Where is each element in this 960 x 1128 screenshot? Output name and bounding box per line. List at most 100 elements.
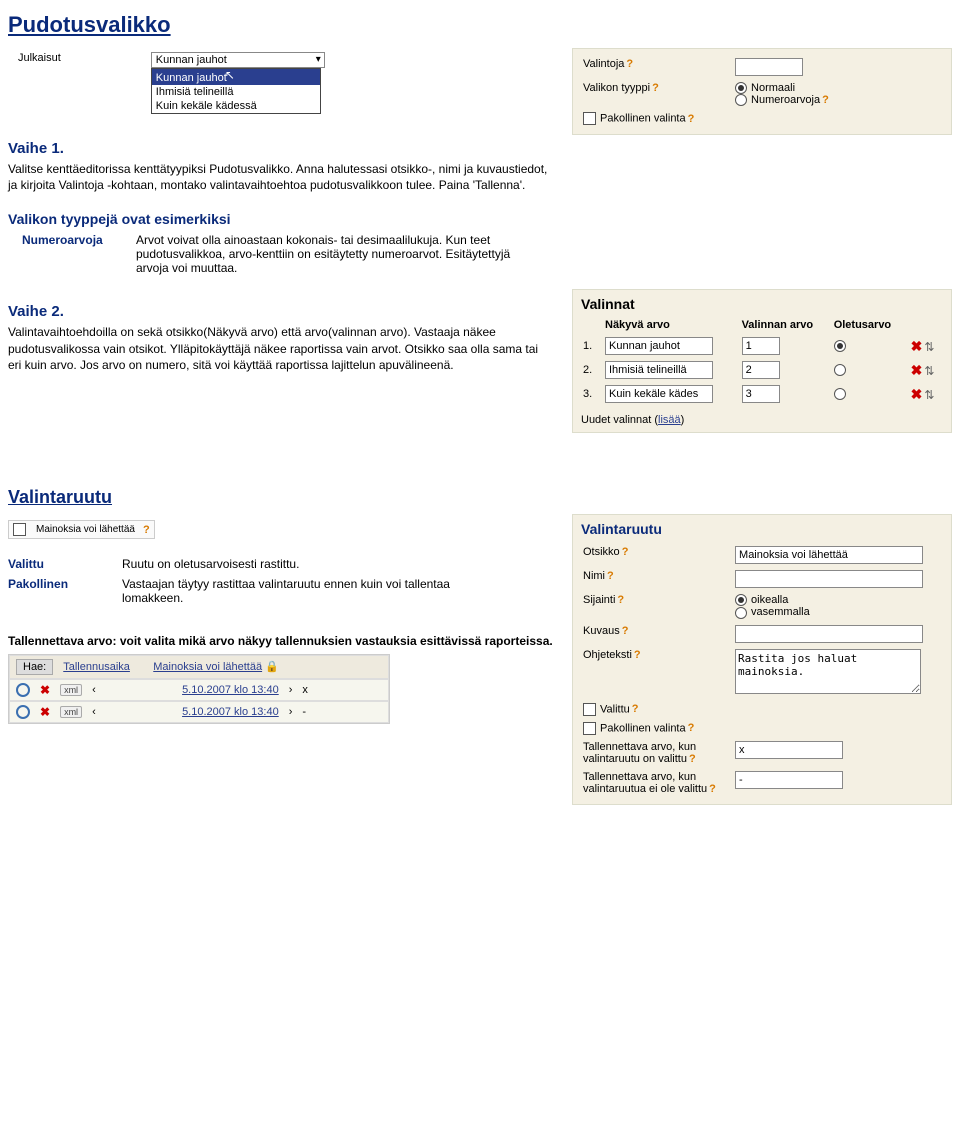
opt-label-input[interactable] — [605, 337, 713, 355]
nav-next[interactable]: › — [289, 706, 293, 718]
help-icon[interactable]: ? — [607, 570, 614, 582]
dropdown-demo[interactable]: Kunnan jauhot Kunnan jauhot↖ Ihmisiä tel… — [151, 52, 325, 68]
nav-prev[interactable]: ‹ — [92, 684, 172, 696]
vaihe1-text: Valitse kenttäeditorissa kenttätyypiksi … — [8, 161, 554, 193]
opt-value-input[interactable] — [742, 385, 780, 403]
view-icon[interactable] — [16, 705, 30, 719]
radio-normal[interactable] — [735, 82, 747, 94]
valittu-checkbox[interactable] — [583, 703, 596, 716]
radio-numeric-label: Numeroarvoja — [751, 94, 820, 106]
numeroarvoja-term: Numeroarvoja — [22, 233, 122, 247]
col-tallennusaika[interactable]: Tallennusaika — [63, 661, 130, 673]
row-value: x — [302, 684, 382, 696]
help-icon[interactable]: ? — [632, 703, 639, 715]
preview-checkbox[interactable] — [13, 523, 26, 536]
help-icon[interactable]: ? — [822, 94, 829, 106]
row-time[interactable]: 5.10.2007 klo 13:40 — [182, 706, 279, 718]
add-new-close: ) — [681, 414, 685, 426]
delete-icon[interactable]: ✖ — [40, 705, 50, 719]
dropdown-props-panel: Valintoja? Valikon tyyppi? Normaali Nume… — [572, 48, 952, 135]
opt-label-input[interactable] — [605, 361, 713, 379]
preview-label: Mainoksia voi lähettää — [36, 524, 135, 535]
valintaruutu-heading: Valintaruutu — [8, 487, 952, 508]
lock-icon: 🔒 — [265, 661, 279, 673]
nav-prev[interactable]: ‹ — [92, 706, 172, 718]
help-icon[interactable]: ? — [622, 625, 629, 637]
radio-right[interactable] — [735, 594, 747, 606]
tal-false-input[interactable] — [735, 771, 843, 789]
add-link[interactable]: lisää — [658, 414, 681, 426]
help-icon[interactable]: ? — [626, 58, 633, 70]
delete-icon[interactable]: ✖ — [911, 338, 923, 354]
numeroarvoja-def: Arvot voivat olla ainoastaan kokonais- t… — [136, 233, 516, 275]
row-time[interactable]: 5.10.2007 klo 13:40 — [182, 684, 279, 696]
col-default: Oletusarvo — [832, 316, 907, 334]
radio-numeric[interactable] — [735, 94, 747, 106]
default-radio[interactable] — [834, 364, 846, 376]
help-icon[interactable]: ? — [143, 524, 150, 536]
required-checkbox[interactable] — [583, 112, 596, 125]
radio-left[interactable] — [735, 607, 747, 619]
help-icon[interactable]: ? — [634, 649, 641, 661]
pakollinen-term: Pakollinen — [8, 577, 108, 591]
pakollinen-checkbox[interactable] — [583, 722, 596, 735]
opt-label-input[interactable] — [605, 385, 713, 403]
tal-true-label: Tallennettava arvo, kun valintaruutu on … — [583, 741, 696, 765]
delete-icon[interactable]: ✖ — [40, 683, 50, 697]
row-value: - — [302, 706, 382, 718]
delete-icon[interactable]: ✖ — [911, 386, 923, 402]
kuvaus-label: Kuvaus — [583, 625, 620, 637]
dropdown-option[interactable]: Ihmisiä telineillä — [152, 85, 320, 99]
vaihe1-title: Vaihe 1. — [8, 140, 554, 157]
otsikko-label: Otsikko — [583, 546, 620, 558]
pakollinen-label: Pakollinen valinta — [600, 722, 686, 734]
help-icon[interactable]: ? — [622, 546, 629, 558]
col-mainoksia[interactable]: Mainoksia voi lähettää — [153, 661, 262, 673]
radio-normal-label: Normaali — [751, 82, 795, 94]
default-radio[interactable] — [834, 340, 846, 352]
cursor-icon: ↖ — [225, 68, 235, 82]
view-icon[interactable] — [16, 683, 30, 697]
help-icon[interactable]: ? — [617, 594, 624, 606]
required-label: Pakollinen valinta — [600, 113, 686, 125]
col-label: Näkyvä arvo — [603, 316, 740, 334]
radio-left-label: vasemmalla — [751, 606, 810, 618]
valittu-def: Ruutu on oletusarvoisesti rastittu. — [122, 557, 554, 571]
hae-label: Hae: — [16, 659, 53, 675]
type-label: Valikon tyyppi — [583, 82, 650, 94]
help-icon[interactable]: ? — [689, 753, 696, 765]
xml-badge[interactable]: xml — [60, 706, 82, 718]
opt-value-input[interactable] — [742, 337, 780, 355]
valintoja-input[interactable] — [735, 58, 803, 76]
table-row: 3. ✖⇅ — [581, 382, 943, 406]
col-value: Valinnan arvo — [740, 316, 832, 334]
add-new-label: Uudet valinnat ( — [581, 414, 658, 426]
help-icon[interactable]: ? — [688, 722, 695, 734]
xml-badge[interactable]: xml — [60, 684, 82, 696]
dropdown-list[interactable]: Kunnan jauhot↖ Ihmisiä telineillä Kuin k… — [151, 68, 321, 114]
valittu-label: Valittu — [600, 703, 630, 715]
kuvaus-input[interactable] — [735, 625, 923, 643]
delete-icon[interactable]: ✖ — [911, 362, 923, 378]
sijainti-label: Sijainti — [583, 594, 615, 606]
otsikko-input[interactable] — [735, 546, 923, 564]
tallennettava-intro: Tallennettava arvo: voit valita mikä arv… — [8, 633, 554, 649]
nimi-input[interactable] — [735, 570, 923, 588]
nav-next[interactable]: › — [289, 684, 293, 696]
tal-true-input[interactable] — [735, 741, 843, 759]
dropdown-option[interactable]: Kuin kekäle kädessä — [152, 99, 320, 113]
opt-value-input[interactable] — [742, 361, 780, 379]
move-icon[interactable]: ⇅ — [924, 388, 934, 402]
move-icon[interactable]: ⇅ — [924, 340, 934, 354]
help-icon[interactable]: ? — [688, 113, 695, 125]
default-radio[interactable] — [834, 388, 846, 400]
dropdown-option[interactable]: Kunnan jauhot↖ — [152, 69, 320, 85]
move-icon[interactable]: ⇅ — [924, 364, 934, 378]
ohje-textarea[interactable] — [735, 649, 921, 694]
page-title: Pudotusvalikko — [8, 12, 952, 38]
help-icon[interactable]: ? — [652, 82, 659, 94]
tal-false-label: Tallennettava arvo, kun valintaruutua ei… — [583, 771, 707, 795]
valittu-term: Valittu — [8, 557, 108, 571]
help-icon[interactable]: ? — [709, 783, 716, 795]
dropdown-selected[interactable]: Kunnan jauhot — [151, 52, 325, 68]
